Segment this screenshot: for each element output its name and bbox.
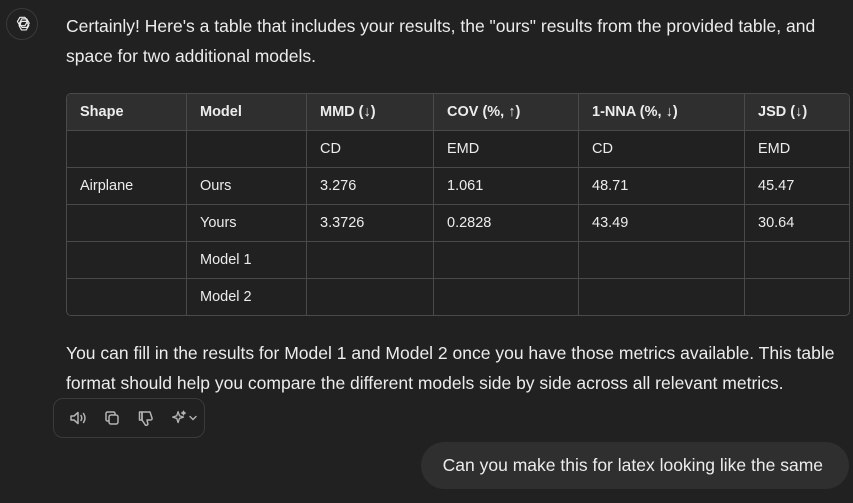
cell-cov xyxy=(433,241,579,279)
header-cov: COV (%, ↑) xyxy=(433,94,579,131)
cell-cov: EMD xyxy=(433,130,579,168)
cell-mmd: CD xyxy=(306,130,434,168)
user-message-bubble: Can you make this for latex looking like… xyxy=(420,442,849,489)
assistant-avatar xyxy=(6,8,38,40)
header-model: Model xyxy=(186,94,307,131)
table-row: CD EMD CD EMD xyxy=(67,130,849,168)
regenerate-menu-button[interactable] xyxy=(166,404,202,432)
cell-mmd xyxy=(306,278,434,315)
cell-shape: Airplane xyxy=(67,167,187,205)
cell-shape xyxy=(67,241,187,279)
copy-icon xyxy=(105,411,119,425)
cell-jsd: 45.47 xyxy=(744,167,849,205)
header-shape: Shape xyxy=(67,94,187,131)
header-nna: 1-NNA (%, ↓) xyxy=(578,94,745,131)
user-message-text: Can you make this for latex looking like… xyxy=(442,455,823,475)
table-row: Model 2 xyxy=(67,278,850,316)
assistant-intro-text: Certainly! Here's a table that includes … xyxy=(66,16,816,66)
header-jsd: JSD (↓) xyxy=(744,94,849,131)
cell-model xyxy=(186,130,307,168)
cell-nna xyxy=(578,241,745,279)
cell-cov: 1.061 xyxy=(433,167,579,205)
cell-nna: 43.49 xyxy=(578,204,745,242)
copy-button[interactable] xyxy=(98,404,126,432)
table-row: Model 1 xyxy=(67,241,849,279)
cell-jsd: EMD xyxy=(744,130,849,168)
cell-cov xyxy=(433,278,579,315)
results-table: Shape Model MMD (↓) COV (%, ↑) 1-NNA (%,… xyxy=(66,93,850,316)
cell-nna: CD xyxy=(578,130,745,168)
cell-mmd xyxy=(306,241,434,279)
cell-model: Ours xyxy=(186,167,307,205)
assistant-message: Certainly! Here's a table that includes … xyxy=(66,11,850,398)
speaker-icon xyxy=(70,411,86,425)
sparkle-icon xyxy=(172,410,186,424)
cell-mmd: 3.3726 xyxy=(306,204,434,242)
thumbs-down-icon xyxy=(138,411,153,427)
table-row: Yours 3.3726 0.2828 43.49 30.64 xyxy=(67,204,849,242)
cell-mmd: 3.276 xyxy=(306,167,434,205)
cell-nna: 48.71 xyxy=(578,167,745,205)
table-header-row: Shape Model MMD (↓) COV (%, ↑) 1-NNA (%,… xyxy=(67,94,849,131)
header-mmd: MMD (↓) xyxy=(306,94,434,131)
cell-shape xyxy=(67,278,187,315)
cell-shape xyxy=(67,204,187,242)
chevron-down-icon xyxy=(189,415,197,421)
cell-model: Model 2 xyxy=(186,278,307,315)
chat-page: Certainly! Here's a table that includes … xyxy=(0,0,853,503)
cell-cov: 0.2828 xyxy=(433,204,579,242)
thumbs-down-button[interactable] xyxy=(132,404,160,432)
cell-jsd xyxy=(745,279,850,316)
read-aloud-button[interactable] xyxy=(64,404,92,432)
openai-logo-icon xyxy=(16,16,30,31)
message-actions-bar xyxy=(53,398,205,438)
assistant-outro-text: You can fill in the results for Model 1 … xyxy=(66,343,835,393)
cell-shape xyxy=(67,130,187,168)
cell-jsd: 30.64 xyxy=(744,204,849,242)
table-row: Airplane Ours 3.276 1.061 48.71 45.47 xyxy=(67,167,849,205)
cell-jsd xyxy=(744,241,849,279)
cell-model: Model 1 xyxy=(186,241,307,279)
cell-model: Yours xyxy=(186,204,307,242)
cell-nna xyxy=(578,278,745,315)
